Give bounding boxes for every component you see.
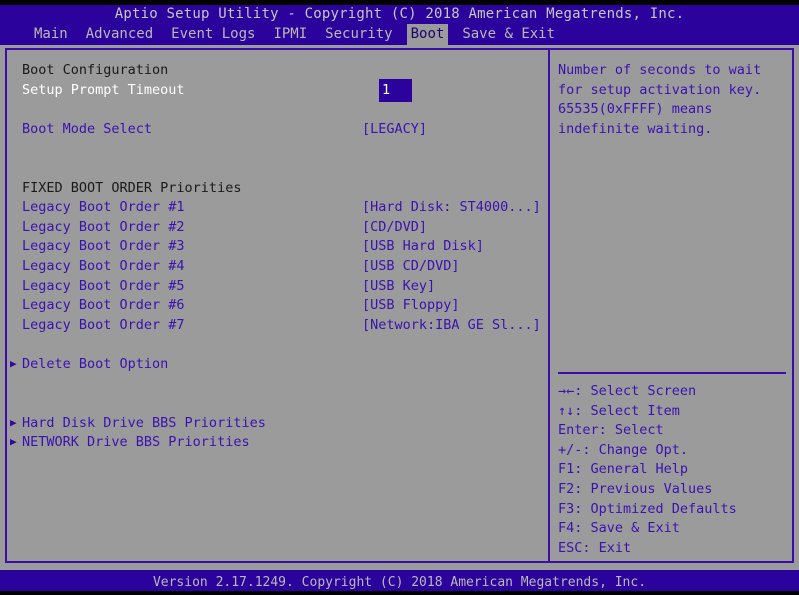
- boot-mode-select-label: Boot Mode Select: [22, 120, 153, 137]
- key-legend-line: Enter: Select: [558, 422, 664, 439]
- setup-prompt-timeout-input[interactable]: 1: [379, 78, 413, 103]
- row-legacy-boot-order-6[interactable]: Legacy Boot Order #6 [USB Floppy]: [22, 296, 542, 316]
- submenu-group-delete: ▶ Delete Boot Option: [10, 355, 542, 375]
- legacy-boot-order-2-value[interactable]: [CD/DVD]: [362, 218, 427, 238]
- key-legend-line: F1: General Help: [558, 461, 689, 478]
- menu-bar: Main Advanced Event Logs IPMI Security Boot Sa…: [0, 24, 799, 47]
- tab-ipmi[interactable]: IPMI: [269, 24, 311, 47]
- triangle-right-icon: ▶: [10, 415, 17, 429]
- submenu-delete-boot-option-label: Delete Boot Option: [22, 355, 169, 372]
- row-legacy-boot-order-1[interactable]: Legacy Boot Order #1 [Hard Disk: ST4000..…: [22, 198, 542, 218]
- row-legacy-boot-order-3[interactable]: Legacy Boot Order #3 [USB Hard Disk]: [22, 237, 542, 257]
- settings-list: Boot Configuration Setup Prompt Timeout …: [10, 61, 542, 453]
- setup-prompt-timeout-label: Setup Prompt Timeout: [22, 81, 185, 98]
- help-line: 65535(0xFFFF) means: [558, 101, 713, 118]
- row-legacy-boot-order-5[interactable]: Legacy Boot Order #5 [USB Key]: [22, 277, 542, 297]
- key-legend-line: F2: Previous Values: [558, 480, 713, 497]
- submenu-hard-disk-drive-bbs-priorities[interactable]: ▶ Hard Disk Drive BBS Priorities: [10, 414, 542, 434]
- row-legacy-boot-order-7[interactable]: Legacy Boot Order #7 [Network:IBA GE Sl..…: [22, 316, 542, 336]
- key-legend-line: F3: Optimized Defaults: [558, 500, 737, 517]
- footer-version: Version 2.17.1249. Copyright (C) 2018 Am…: [152, 575, 647, 590]
- submenu-group-bbs: ▶ Hard Disk Drive BBS Priorities ▶ NETWORK …: [10, 414, 542, 453]
- bios-setup-screen: Aptio Setup Utility - Copyright (C) 2018…: [0, 0, 799, 595]
- section-fixed-boot-order-label: FIXED BOOT ORDER Priorities: [22, 179, 242, 196]
- tab-save-exit[interactable]: Save & Exit: [458, 24, 559, 47]
- legacy-boot-order-2-label: Legacy Boot Order #2: [22, 218, 185, 235]
- triangle-right-icon: ▶: [10, 435, 17, 449]
- section-boot-configuration: Boot Configuration: [22, 61, 542, 81]
- submenu-delete-boot-option[interactable]: ▶ Delete Boot Option: [10, 355, 542, 375]
- section-fixed-boot-order: FIXED BOOT ORDER Priorities: [22, 179, 542, 199]
- page-title: Aptio Setup Utility - Copyright (C) 2018…: [114, 6, 685, 22]
- boot-order-list: Legacy Boot Order #1 [Hard Disk: ST4000..…: [22, 198, 542, 335]
- key-legend-line: +/-: Change Opt.: [558, 441, 689, 458]
- help-description: Number of seconds to wait for setup activ…: [558, 61, 788, 139]
- footer-gap: [0, 563, 799, 570]
- row-legacy-boot-order-2[interactable]: Legacy Boot Order #2 [CD/DVD]: [22, 218, 542, 238]
- legacy-boot-order-1-value[interactable]: [Hard Disk: ST4000...]: [362, 198, 541, 218]
- tab-security[interactable]: Security: [321, 24, 396, 47]
- legacy-boot-order-7-value[interactable]: [Network:IBA GE Sl...]: [362, 316, 541, 336]
- legacy-boot-order-5-label: Legacy Boot Order #5: [22, 277, 185, 294]
- tab-main[interactable]: Main: [30, 24, 72, 47]
- tab-event-logs[interactable]: Event Logs: [167, 24, 259, 47]
- key-legend: →←: Select Screen ↑↓: Select Item Enter: S…: [558, 382, 790, 558]
- tab-advanced[interactable]: Advanced: [82, 24, 157, 47]
- triangle-right-icon: ▶: [10, 356, 17, 370]
- submenu-network-drive-bbs-priorities-label: NETWORK Drive BBS Priorities: [22, 434, 250, 451]
- legacy-boot-order-3-value[interactable]: [USB Hard Disk]: [362, 237, 484, 257]
- help-line: Number of seconds to wait: [558, 62, 762, 78]
- legacy-boot-order-5-value[interactable]: [USB Key]: [362, 277, 435, 297]
- tab-boot[interactable]: Boot: [406, 24, 449, 47]
- legacy-boot-order-4-label: Legacy Boot Order #4: [22, 257, 185, 274]
- boot-mode-select-value[interactable]: [LEGACY]: [362, 120, 427, 140]
- legacy-boot-order-1-label: Legacy Boot Order #1: [22, 199, 185, 216]
- key-legend-line: ESC: Exit: [558, 539, 632, 556]
- row-setup-prompt-timeout[interactable]: Setup Prompt Timeout 1: [22, 78, 542, 103]
- row-boot-mode-select[interactable]: Boot Mode Select [LEGACY]: [22, 120, 542, 140]
- legacy-boot-order-6-label: Legacy Boot Order #6: [22, 297, 185, 314]
- key-legend-line: F4: Save & Exit: [558, 520, 680, 537]
- legacy-boot-order-3-label: Legacy Boot Order #3: [22, 238, 185, 255]
- row-legacy-boot-order-4[interactable]: Legacy Boot Order #4 [USB CD/DVD]: [22, 257, 542, 277]
- legacy-boot-order-4-value[interactable]: [USB CD/DVD]: [362, 257, 460, 277]
- legacy-boot-order-6-value[interactable]: [USB Floppy]: [362, 296, 460, 316]
- help-line: for setup activation key.: [558, 81, 762, 98]
- help-line: indefinite waiting.: [558, 120, 713, 137]
- key-legend-line: →←: Select Screen: [558, 383, 697, 399]
- legacy-boot-order-7-label: Legacy Boot Order #7: [22, 316, 185, 333]
- help-pane-divider: [558, 372, 786, 374]
- section-boot-configuration-label: Boot Configuration: [22, 62, 169, 78]
- key-legend-line: ↑↓: Select Item: [558, 402, 680, 419]
- submenu-hard-disk-drive-bbs-priorities-label: Hard Disk Drive BBS Priorities: [22, 414, 266, 431]
- submenu-network-drive-bbs-priorities[interactable]: ▶ NETWORK Drive BBS Priorities: [10, 433, 542, 453]
